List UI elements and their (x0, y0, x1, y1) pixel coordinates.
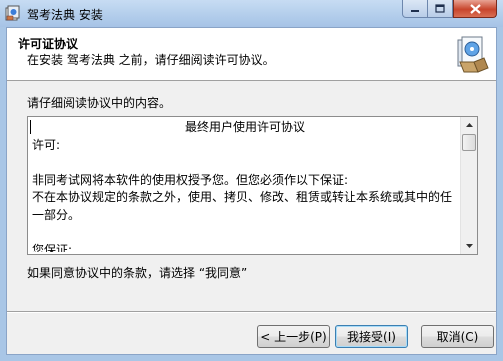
license-text-area[interactable]: 最终用户使用许可协议 许可: 非同考试网将本软件的使用权授予您。但您必须作以下保… (27, 116, 478, 255)
close-button[interactable] (453, 0, 497, 18)
vertical-scrollbar[interactable] (460, 117, 477, 254)
minimize-icon (411, 9, 419, 12)
minimize-button[interactable] (402, 0, 428, 18)
license-line (30, 224, 460, 242)
license-line (30, 154, 460, 172)
scroll-thumb[interactable] (462, 134, 476, 151)
wizard-header: 许可证协议 在安装 驾考法典 之前，请仔细阅读许可协议。 (7, 28, 496, 81)
scroll-down-button[interactable] (461, 238, 477, 254)
title-bar[interactable]: 驾考法典 安装 (0, 0, 503, 27)
chevron-up-icon (465, 123, 473, 127)
close-icon (469, 3, 481, 14)
license-line: 最终用户使用许可协议 (184, 120, 305, 134)
page-subtitle: 在安装 驾考法典 之前，请仔细阅读许可协议。 (27, 53, 275, 67)
chevron-down-icon (465, 244, 473, 248)
license-line: 一部分。 (32, 207, 81, 222)
installer-package-icon (457, 36, 489, 73)
installer-app-icon (5, 5, 20, 21)
agree-prompt: 如果同意协议中的条款，请选择 “我同意” (27, 266, 248, 280)
divider (7, 311, 496, 313)
license-line: 非同考试网将本软件的使用权授予您。但您必须作以下保证: (32, 172, 349, 187)
cancel-button[interactable]: 取消(C) (421, 325, 494, 348)
text-caret (30, 120, 31, 134)
back-button[interactable]: < 上一步(P) (257, 325, 330, 348)
agree-button[interactable]: 我接受(I) (335, 325, 408, 348)
maximize-button[interactable] (428, 0, 453, 18)
scroll-up-button[interactable] (461, 117, 477, 133)
license-line: 许可: (32, 137, 61, 152)
intro-text: 请仔细阅读协议中的内容。 (27, 96, 172, 110)
page-title: 许可证协议 (18, 37, 79, 51)
installer-dialog: 许可证协议 在安装 驾考法典 之前，请仔细阅读许可协议。 请仔细阅读协议中的内容… (6, 27, 497, 355)
window-title: 驾考法典 安装 (27, 8, 103, 22)
license-content: 最终用户使用许可协议 许可: 非同考试网将本软件的使用权授予您。但您必须作以下保… (30, 119, 460, 252)
maximize-icon (435, 4, 445, 13)
license-line: 不在本协议规定的条款之外，使用、拷贝、修改、租赁或转让本系统或其中的任 (32, 190, 453, 204)
license-line: 您保证: (32, 242, 73, 253)
